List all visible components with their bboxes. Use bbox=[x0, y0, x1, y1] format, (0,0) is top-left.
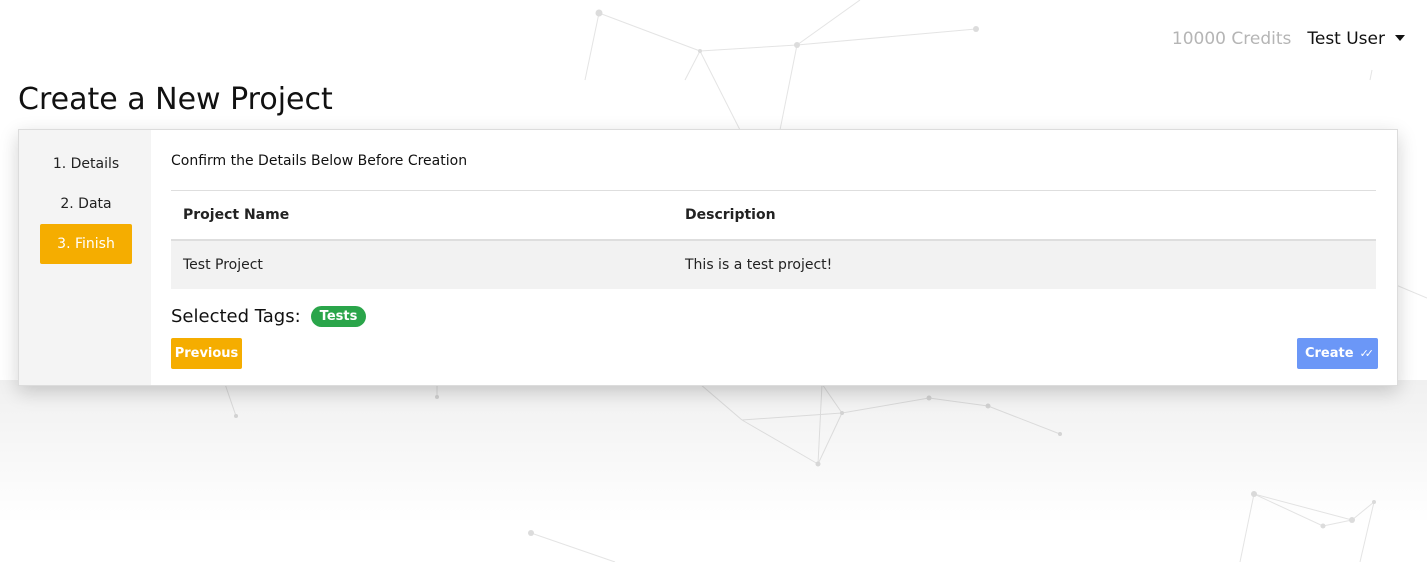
create-button-label: Create bbox=[1304, 346, 1354, 361]
top-bar: 10000 Credits Test User bbox=[1172, 29, 1405, 49]
background-shadow bbox=[0, 380, 1427, 562]
column-header-description: Description bbox=[673, 190, 1376, 241]
double-check-icon: ✓✓ bbox=[1359, 347, 1375, 360]
create-project-wizard: 1. Details 2. Data 3. Finish Confirm the… bbox=[18, 129, 1398, 386]
user-menu-toggle[interactable]: Test User bbox=[1307, 29, 1405, 49]
previous-button[interactable]: Previous bbox=[171, 338, 242, 369]
project-details-table: Project Name Description Test Project Th… bbox=[171, 190, 1376, 289]
user-name: Test User bbox=[1307, 29, 1385, 49]
step-data[interactable]: 2. Data bbox=[40, 184, 132, 224]
selected-tags-label: Selected Tags: bbox=[171, 306, 301, 327]
wizard-steps: 1. Details 2. Data 3. Finish bbox=[19, 130, 151, 385]
table-row: Test Project This is a test project! bbox=[171, 240, 1376, 289]
column-header-project-name: Project Name bbox=[171, 190, 673, 241]
chevron-down-icon bbox=[1395, 35, 1405, 41]
confirm-heading: Confirm the Details Below Before Creatio… bbox=[171, 153, 468, 169]
step-details[interactable]: 1. Details bbox=[40, 144, 132, 184]
table-header-row: Project Name Description bbox=[171, 190, 1376, 241]
page-title: Create a New Project bbox=[18, 82, 333, 117]
previous-button-label: Previous bbox=[174, 346, 239, 361]
tag-badge: Tests bbox=[310, 306, 367, 327]
credits-balance: 10000 Credits bbox=[1171, 29, 1292, 49]
create-button[interactable]: Create ✓✓ bbox=[1297, 338, 1378, 369]
wizard-content: Confirm the Details Below Before Creatio… bbox=[151, 130, 1397, 385]
step-finish[interactable]: 3. Finish bbox=[40, 224, 132, 264]
description-cell: This is a test project! bbox=[673, 240, 1376, 289]
project-name-cell: Test Project bbox=[171, 240, 673, 289]
selected-tags: Selected Tags: Tests bbox=[171, 306, 367, 327]
